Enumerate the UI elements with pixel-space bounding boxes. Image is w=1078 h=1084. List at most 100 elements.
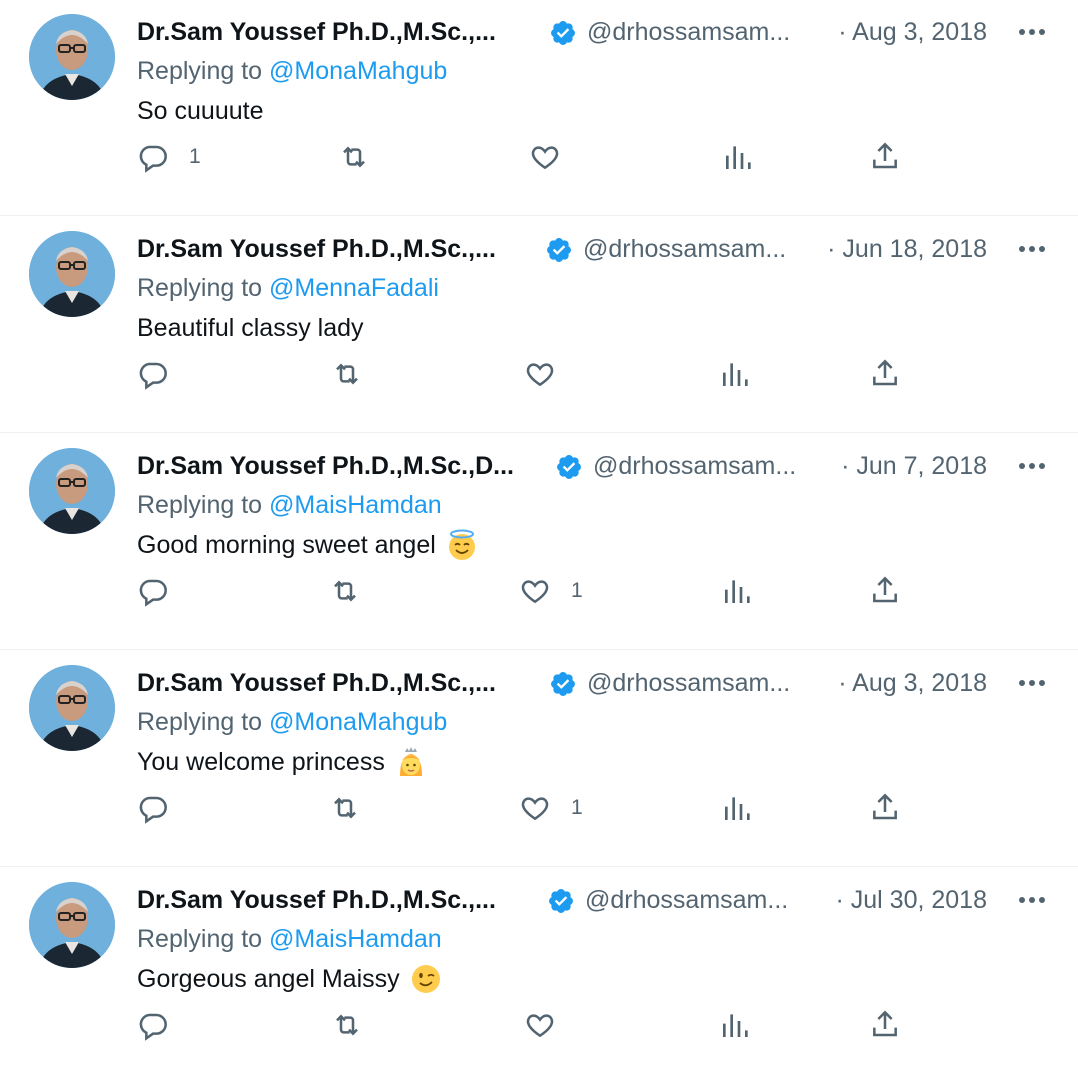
author-name[interactable]: Dr.Sam Youssef Ph.D.,M.Sc.,D...	[137, 448, 514, 484]
more-options-button[interactable]	[1015, 231, 1049, 267]
reply-button[interactable]	[137, 788, 189, 828]
tweet-header: Dr.Sam Youssef Ph.D.,M.Sc.,... @drhossam…	[137, 665, 987, 701]
action-bar: 1	[0, 788, 1078, 828]
smiling-face-with-halo-icon	[448, 529, 475, 560]
analytics-icon	[725, 580, 750, 603]
reply-icon	[139, 1013, 167, 1041]
replying-prefix: Replying to	[137, 491, 270, 519]
reply-button[interactable]	[137, 1005, 189, 1045]
tweet-date[interactable]: · Jun 18, 2018	[827, 231, 987, 267]
views-button[interactable]	[721, 571, 753, 611]
retweet-icon	[334, 797, 356, 819]
verified-badge-icon	[551, 21, 575, 45]
like-button[interactable]	[524, 354, 576, 394]
reply-button[interactable]: 1	[137, 137, 201, 177]
tweet-item[interactable]: Dr.Sam Youssef Ph.D.,M.Sc.,... @drhossam…	[0, 651, 1078, 867]
heart-icon	[531, 146, 559, 170]
action-bar	[0, 1005, 1078, 1045]
more-dots-icon	[1019, 463, 1045, 469]
verified-badge-icon	[547, 238, 571, 262]
timeline-feed: Dr.Sam Youssef Ph.D.,M.Sc.,... @drhossam…	[0, 0, 1078, 1080]
author-handle[interactable]: @drhossamsam...	[593, 448, 796, 484]
reply-count: 1	[189, 145, 201, 168]
tweet-date[interactable]: · Aug 3, 2018	[838, 665, 987, 701]
author-name[interactable]: Dr.Sam Youssef Ph.D.,M.Sc.,...	[137, 882, 496, 918]
share-button[interactable]	[869, 1005, 901, 1045]
retweet-button[interactable]	[331, 1005, 363, 1045]
action-bar: 1	[0, 571, 1078, 611]
tweet-text-content: Good morning sweet angel	[137, 531, 436, 559]
analytics-icon	[725, 797, 750, 820]
author-handle[interactable]: @drhossamsam...	[583, 231, 786, 267]
more-options-button[interactable]	[1015, 14, 1049, 50]
views-button[interactable]	[719, 354, 751, 394]
share-button[interactable]	[869, 571, 901, 611]
avatar[interactable]	[29, 882, 115, 968]
tweet-item[interactable]: Dr.Sam Youssef Ph.D.,M.Sc.,D... @drhossa…	[0, 434, 1078, 650]
tweet-date[interactable]: · Jul 30, 2018	[836, 882, 988, 918]
avatar[interactable]	[29, 231, 115, 317]
mention-link[interactable]: @MaisHamdan	[269, 925, 442, 953]
tweet-date[interactable]: · Aug 3, 2018	[838, 14, 987, 50]
like-button[interactable]: 1	[519, 571, 583, 611]
retweet-icon	[343, 146, 365, 168]
mention-link[interactable]: @MonaMahgub	[269, 708, 447, 736]
replying-prefix: Replying to	[137, 274, 270, 302]
more-options-button[interactable]	[1015, 448, 1049, 484]
retweet-button[interactable]	[329, 788, 361, 828]
tweet-date[interactable]: · Jun 7, 2018	[841, 448, 987, 484]
replying-prefix: Replying to	[137, 925, 270, 953]
views-button[interactable]	[721, 788, 753, 828]
replying-to: Replying to @MonaMahgub	[137, 54, 447, 88]
reply-icon	[139, 145, 167, 173]
analytics-icon	[726, 146, 751, 169]
like-button[interactable]	[524, 1005, 576, 1045]
tweet-header: Dr.Sam Youssef Ph.D.,M.Sc.,... @drhossam…	[137, 882, 987, 918]
like-button[interactable]: 1	[519, 788, 583, 828]
views-button[interactable]	[719, 1005, 751, 1045]
replying-prefix: Replying to	[137, 708, 270, 736]
tweet-item[interactable]: Dr.Sam Youssef Ph.D.,M.Sc.,... @drhossam…	[0, 868, 1078, 1084]
author-name[interactable]: Dr.Sam Youssef Ph.D.,M.Sc.,...	[137, 665, 496, 701]
reply-button[interactable]	[137, 571, 189, 611]
reply-button[interactable]	[137, 354, 189, 394]
more-options-button[interactable]	[1015, 665, 1049, 701]
reply-icon	[139, 796, 167, 824]
author-handle[interactable]: @drhossamsam...	[587, 665, 790, 701]
tweet-text: So cuuuute	[137, 94, 264, 128]
more-options-button[interactable]	[1015, 882, 1049, 918]
tweet-text-content: Beautiful classy lady	[137, 314, 364, 342]
avatar[interactable]	[29, 448, 115, 534]
replying-to: Replying to @MonaMahgub	[137, 705, 447, 739]
mention-link[interactable]: @MennaFadali	[269, 274, 439, 302]
more-dots-icon	[1019, 246, 1045, 252]
share-icon	[873, 359, 897, 386]
verified-badge-icon	[551, 672, 575, 696]
author-name[interactable]: Dr.Sam Youssef Ph.D.,M.Sc.,...	[137, 231, 496, 267]
author-handle[interactable]: @drhossamsam...	[585, 882, 788, 918]
like-button[interactable]	[529, 137, 581, 177]
views-button[interactable]	[722, 137, 754, 177]
author-name[interactable]: Dr.Sam Youssef Ph.D.,M.Sc.,...	[137, 14, 496, 50]
mention-link[interactable]: @MaisHamdan	[269, 491, 442, 519]
more-dots-icon	[1019, 897, 1045, 903]
retweet-button[interactable]	[331, 354, 363, 394]
avatar[interactable]	[29, 14, 115, 100]
share-button[interactable]	[869, 137, 901, 177]
heart-icon	[526, 1014, 554, 1038]
tweet-item[interactable]: Dr.Sam Youssef Ph.D.,M.Sc.,... @drhossam…	[0, 217, 1078, 433]
tweet-item[interactable]: Dr.Sam Youssef Ph.D.,M.Sc.,... @drhossam…	[0, 0, 1078, 216]
tweet-text: You welcome princess	[137, 745, 427, 779]
tweet-text: Gorgeous angel Maissy	[137, 962, 442, 996]
tweet-text-content: So cuuuute	[137, 97, 264, 125]
share-button[interactable]	[869, 354, 901, 394]
mention-link[interactable]: @MonaMahgub	[269, 57, 447, 85]
retweet-button[interactable]	[338, 137, 370, 177]
retweet-button[interactable]	[329, 571, 361, 611]
retweet-icon	[336, 1014, 358, 1036]
author-handle[interactable]: @drhossamsam...	[587, 14, 790, 50]
share-button[interactable]	[869, 788, 901, 828]
verified-badge-icon	[557, 455, 581, 479]
tweet-header: Dr.Sam Youssef Ph.D.,M.Sc.,... @drhossam…	[137, 14, 987, 50]
avatar[interactable]	[29, 665, 115, 751]
